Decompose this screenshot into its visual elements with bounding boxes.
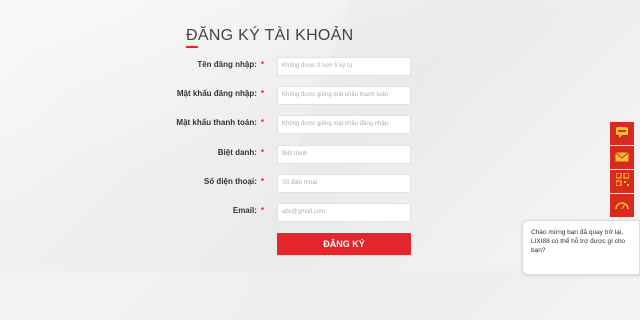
chat-welcome-bubble[interactable]: Chào mừng bạn đã quay trở lại, LIXI88 có… [522,220,640,275]
required-mark: * [260,177,264,186]
form-row-username: Tên đăng nhập: * Không được ít hơn 5 ký t… [0,57,640,77]
side-mail-button[interactable] [610,146,634,169]
form-row-payment-password: Mật khẩu thanh toán: * Không được giống m… [0,115,640,135]
mail-icon [615,149,629,167]
username-label: Tên đăng nhập: * [197,60,264,69]
speedometer-icon [615,197,629,215]
nickname-input[interactable]: Biệt danh [277,145,411,164]
payment-password-label: Mật khẩu thanh toán: * [176,118,264,127]
login-password-input[interactable]: Không được giống mật khẩu thanh toán [277,86,411,105]
register-button[interactable]: ĐĂNG KÝ [277,233,411,255]
side-chat-button[interactable] [610,122,634,145]
required-mark: * [260,118,264,127]
email-label: Email: * [232,206,264,215]
side-speed-button[interactable] [610,194,634,217]
payment-password-input[interactable]: Không được giống mật khẩu đăng nhập [277,115,411,134]
login-password-label: Mật khẩu đăng nhập: * [176,89,264,98]
form-row-nickname: Biệt danh: * Biệt danh [0,145,640,165]
side-qr-button[interactable] [610,170,634,193]
form-row-login-password: Mật khẩu đăng nhập: * Không được giống mậ… [0,86,640,106]
form-row-phone: Số điện thoại: * Số điện thoại [0,174,640,194]
side-contact-bar [610,122,634,218]
required-mark: * [260,206,264,215]
phone-label: Số điện thoại: * [203,177,264,186]
title-accent-line [186,46,198,48]
nickname-label: Biệt danh: * [217,148,264,157]
email-input[interactable]: abc@gmail.com [277,203,411,222]
qr-code-icon [614,171,630,191]
phone-input[interactable]: Số điện thoại [277,174,411,193]
required-mark: * [260,60,264,69]
required-mark: * [260,148,264,157]
required-mark: * [260,89,264,98]
page-title: ĐĂNG KÝ TÀI KHOẢN [186,27,354,44]
username-input[interactable]: Không được ít hơn 5 ký tự [277,57,411,76]
chat-bubble-icon [615,125,629,143]
